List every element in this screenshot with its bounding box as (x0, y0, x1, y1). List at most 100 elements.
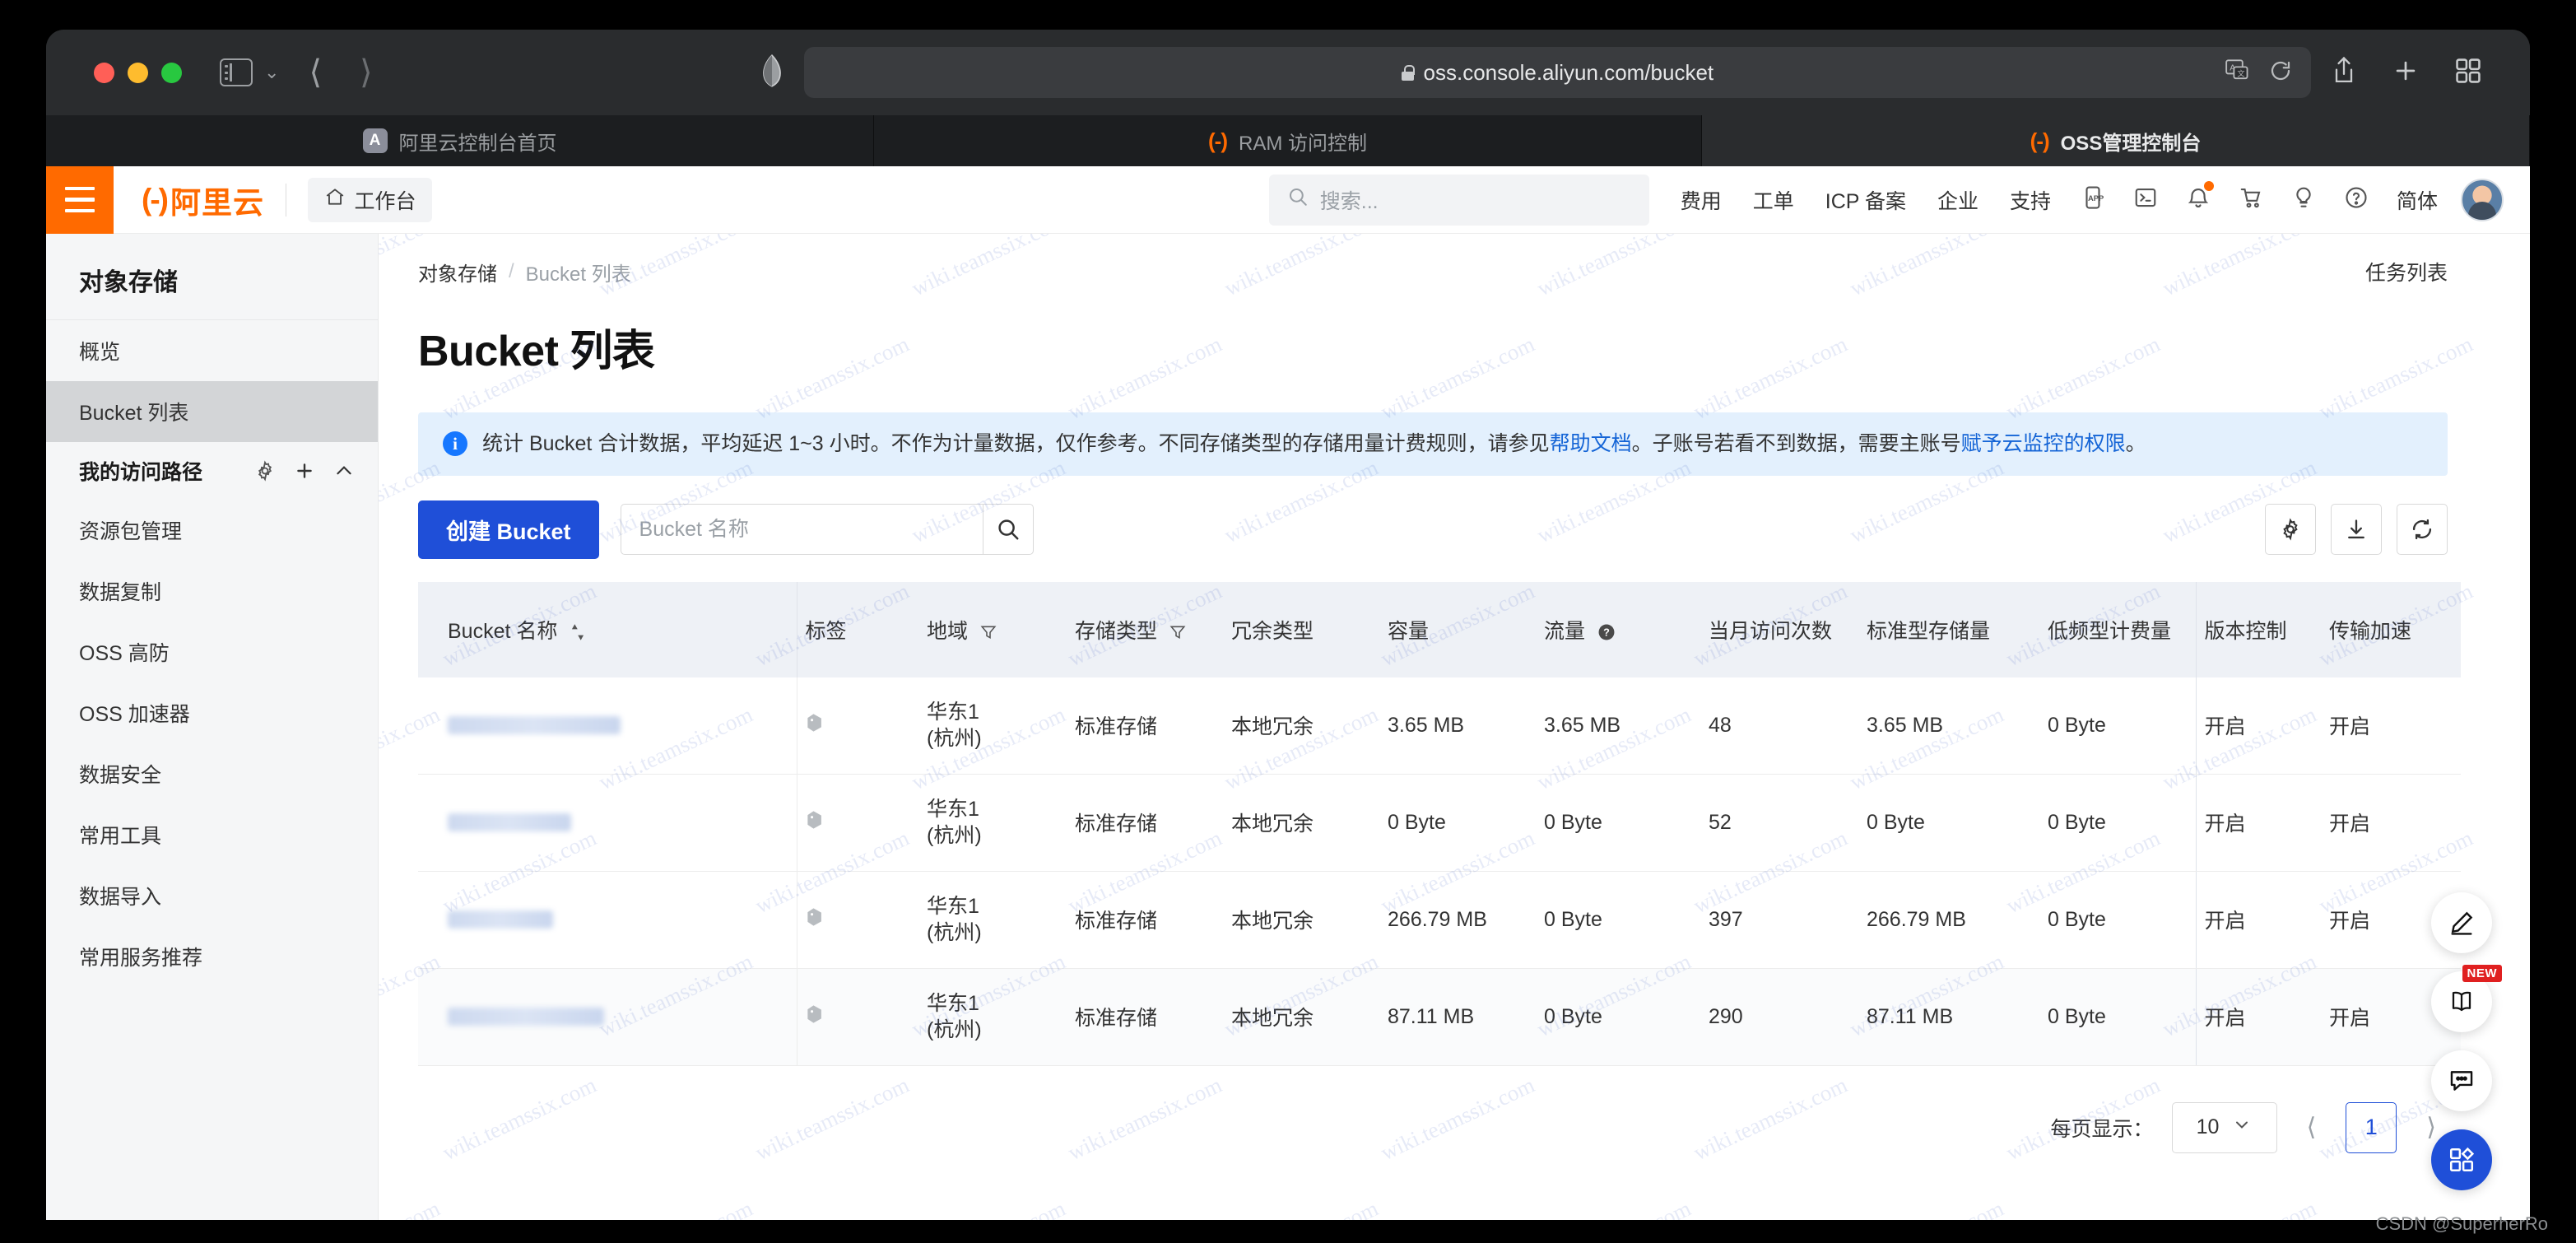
browser-tab-1[interactable]: (-) RAM 访问控制 (874, 115, 1702, 166)
cell-versioning[interactable]: 开启 (2195, 774, 2321, 872)
sidebar-item-recommended-services[interactable]: 常用服务推荐 (46, 926, 378, 987)
screenshot-credit: CSDN @SuperherRo (2375, 1213, 2548, 1234)
sidebar-toggle-icon[interactable] (220, 58, 253, 86)
sidebar-item-oss-accelerator[interactable]: OSS 加速器 (46, 682, 378, 743)
cell-bucket-name[interactable] (418, 871, 797, 969)
col-storage-type[interactable]: 存储类型 (1067, 581, 1223, 677)
address-bar[interactable]: oss.console.aliyun.com/bucket A 文 (803, 47, 2311, 98)
aliyun-logo[interactable]: (-) 阿里云 (142, 178, 264, 222)
close-window-button[interactable] (94, 62, 114, 83)
table-row[interactable]: 华东1 (杭州) 标准存储 本地冗余 0 Byte 0 Byte 52 0 Byt… (418, 774, 2461, 872)
prev-page-button[interactable]: ⟨ (2295, 1113, 2328, 1142)
chevron-up-icon[interactable] (333, 460, 355, 482)
sidebar-item-overview[interactable]: 概览 (46, 320, 378, 381)
chat-icon[interactable] (2431, 1050, 2492, 1111)
share-icon[interactable] (2331, 56, 2357, 90)
sidebar-item-data-security[interactable]: 数据安全 (46, 743, 378, 804)
help-icon[interactable] (2344, 185, 2369, 214)
global-search-input[interactable]: 搜索... (1268, 174, 1649, 226)
cell-versioning[interactable]: 开启 (2195, 677, 2321, 775)
bucket-search-input[interactable] (620, 504, 983, 555)
col-region[interactable]: 地域 (918, 581, 1067, 677)
svg-text:APP: APP (2088, 194, 2104, 203)
cell-transfer-accel[interactable]: 开启 (2321, 677, 2461, 775)
new-tab-icon[interactable] (2392, 57, 2420, 89)
sidebar-item-data-import[interactable]: 数据导入 (46, 865, 378, 926)
cell-bucket-name[interactable] (418, 677, 797, 775)
cell-versioning[interactable]: 开启 (2195, 968, 2321, 1066)
forward-arrow-icon[interactable]: ⟩ (360, 56, 373, 89)
gear-icon[interactable] (254, 460, 276, 482)
bulb-icon[interactable] (2291, 185, 2316, 214)
app-icon[interactable]: APP (2081, 185, 2105, 214)
bucket-search-button[interactable] (982, 504, 1034, 555)
sidebar-item-data-replication[interactable]: 数据复制 (46, 561, 378, 622)
browser-tab-2[interactable]: (-) OSS管理控制台 (1702, 115, 2530, 166)
workbench-button[interactable]: 工作台 (308, 177, 433, 222)
help-doc-link[interactable]: 帮助文档 (1550, 432, 1632, 455)
region-value: 华东1 (杭州) (927, 894, 982, 945)
lock-icon (1401, 64, 1415, 81)
page-number-1[interactable]: 1 (2346, 1101, 2397, 1153)
minimize-window-button[interactable] (128, 62, 148, 83)
refresh-button[interactable] (2397, 504, 2448, 555)
privacy-shield-icon[interactable] (760, 54, 784, 91)
avatar[interactable] (2461, 178, 2504, 221)
floating-action-rail: NEW (2431, 892, 2502, 1190)
nav-link-icp[interactable]: ICP 备案 (1825, 185, 1906, 215)
hamburger-menu-icon[interactable] (46, 165, 114, 234)
console-top-nav: (-) 阿里云 工作台 搜索... 费用 工单 ICP 备案 企业 支持 APP… (46, 165, 2530, 234)
cloud-monitor-permission-link[interactable]: 赋予云监控的权限 (1961, 432, 2126, 455)
task-list-link[interactable]: 任务列表 (2365, 257, 2448, 286)
sort-icon[interactable] (570, 623, 586, 641)
table-toolbar: 创建 Bucket (418, 500, 2448, 559)
sidebar-group-my-access-path[interactable]: 我的访问路径 (46, 442, 378, 500)
translate-icon[interactable]: A 文 (2225, 58, 2250, 86)
col-label: 冗余类型 (1231, 619, 1314, 643)
cell-ia-billing: 0 Byte (2039, 677, 2196, 775)
col-bucket-name[interactable]: Bucket 名称 (418, 581, 797, 677)
table-row[interactable]: 华东1 (杭州) 标准存储 本地冗余 87.11 MB 0 Byte 290 87… (418, 968, 2461, 1066)
window-traffic-lights[interactable] (94, 62, 182, 83)
page-size-select[interactable]: 10 (2171, 1101, 2277, 1153)
nav-link-fees[interactable]: 费用 (1681, 185, 1722, 215)
download-button[interactable] (2331, 504, 2382, 555)
cell-versioning[interactable]: 开启 (2195, 871, 2321, 969)
table-row[interactable]: 华东1 (杭州) 标准存储 本地冗余 266.79 MB 0 Byte 397 2… (418, 871, 2461, 969)
language-selector[interactable]: 简体 (2397, 185, 2438, 215)
maximize-window-button[interactable] (161, 62, 182, 83)
sidebar-item-resource-package[interactable]: 资源包管理 (46, 500, 378, 561)
pen-feedback-icon[interactable] (2431, 892, 2492, 953)
cell-transfer-accel[interactable]: 开启 (2321, 774, 2461, 872)
back-arrow-icon[interactable]: ⟨ (309, 56, 322, 89)
reload-icon[interactable] (2268, 58, 2293, 87)
nav-link-support[interactable]: 支持 (2010, 185, 2051, 215)
book-guide-icon[interactable]: NEW (2431, 965, 2502, 1032)
filter-icon[interactable] (1169, 624, 1186, 640)
plus-icon[interactable] (294, 460, 315, 482)
nav-link-enterprise[interactable]: 企业 (1937, 185, 1978, 215)
cell-bucket-name[interactable] (418, 774, 797, 872)
bucket-search-group (620, 504, 1034, 555)
sidebar-item-oss-protection[interactable]: OSS 高防 (46, 622, 378, 682)
cell-bucket-name[interactable] (418, 968, 797, 1066)
breadcrumb-item-0[interactable]: 对象存储 (418, 258, 497, 286)
bell-icon[interactable] (2186, 181, 2214, 214)
table-row[interactable]: 华东1 (杭州) 标准存储 本地冗余 3.65 MB 3.65 MB 48 3.6… (418, 677, 2461, 775)
tab-overview-icon[interactable] (2454, 57, 2482, 89)
sidebar-item-bucket-list[interactable]: Bucket 列表 (46, 381, 378, 442)
sidebar-item-common-tools[interactable]: 常用工具 (46, 804, 378, 865)
watermark-text: wiki.teamssix.com (1221, 1196, 1383, 1220)
col-label: 流量 (1544, 619, 1586, 643)
table-settings-button[interactable] (2265, 504, 2316, 555)
chevron-down-icon[interactable]: ⌄ (264, 63, 279, 81)
apps-grid-icon[interactable] (2431, 1129, 2492, 1190)
filter-icon[interactable] (980, 624, 997, 640)
watermark-text: wiki.teamssix.com (1846, 1196, 2008, 1220)
create-bucket-button[interactable]: 创建 Bucket (418, 500, 599, 559)
nav-link-tickets[interactable]: 工单 (1753, 185, 1794, 215)
question-icon[interactable]: ? (1597, 623, 1616, 641)
cart-icon[interactable] (2239, 185, 2263, 214)
browser-tab-0[interactable]: A 阿里云控制台首页 (46, 115, 874, 166)
terminal-icon[interactable] (2133, 185, 2158, 214)
